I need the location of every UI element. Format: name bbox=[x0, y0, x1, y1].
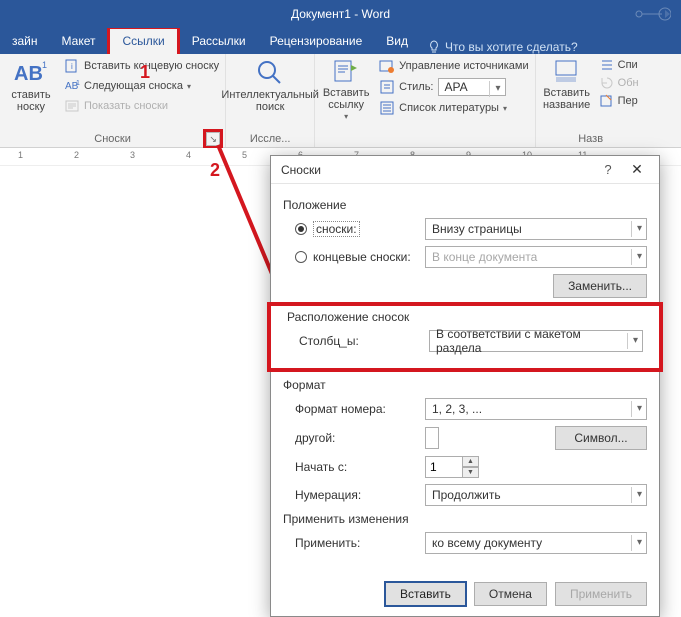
smart-lookup-label: Интеллектуальный поиск bbox=[221, 89, 318, 113]
insert-caption-button[interactable]: Вставить название bbox=[540, 56, 594, 131]
bibliography-label: Список литературы bbox=[399, 102, 499, 114]
show-notes-icon bbox=[64, 98, 80, 114]
columns-label: Столбц_ы: bbox=[299, 334, 429, 348]
next-footnote-label: Следующая сноска bbox=[84, 80, 183, 92]
footnote-ab-icon: AB1 bbox=[14, 58, 48, 88]
show-notes-label: Показать сноски bbox=[84, 100, 168, 112]
number-format-combo[interactable]: 1, 2, 3, ... bbox=[425, 398, 647, 420]
tab-mailings[interactable]: Рассылки bbox=[180, 29, 258, 54]
dialog-help-button[interactable]: ? bbox=[595, 162, 621, 177]
custom-mark-input[interactable] bbox=[425, 427, 439, 449]
tell-me-label: Что вы хотите сделать? bbox=[445, 40, 578, 54]
dialog-title: Сноски bbox=[281, 163, 321, 177]
style-label: Стиль: bbox=[399, 81, 433, 93]
endnotes-radio[interactable]: концевые сноски: bbox=[295, 250, 425, 264]
magnifier-icon bbox=[255, 58, 285, 88]
manage-sources-button[interactable]: Управление источниками bbox=[377, 56, 530, 76]
spin-down-icon[interactable]: ▼ bbox=[463, 467, 479, 478]
lightbulb-icon bbox=[428, 40, 440, 54]
symbol-button[interactable]: Символ... bbox=[555, 426, 647, 450]
apply-changes-section-header: Применить изменения bbox=[283, 512, 647, 526]
apply-to-combo[interactable]: ко всему документу bbox=[425, 532, 647, 554]
svg-text:AB: AB bbox=[14, 63, 43, 85]
bibliography-button[interactable]: Список литературы▾ bbox=[377, 98, 530, 118]
svg-text:1: 1 bbox=[76, 80, 80, 87]
next-footnote-icon: AB1 bbox=[64, 78, 80, 94]
table-of-figures-button[interactable]: Спи bbox=[598, 56, 641, 74]
endnote-icon: i bbox=[64, 58, 80, 74]
cross-reference-button[interactable]: Пер bbox=[598, 92, 641, 110]
start-at-label: Начать с: bbox=[295, 460, 425, 474]
tab-view[interactable]: Вид bbox=[374, 29, 420, 54]
annotation-2: 2 bbox=[210, 160, 220, 181]
custom-mark-label: другой: bbox=[295, 431, 425, 445]
captions-group-label: Назв bbox=[540, 131, 642, 147]
tab-review[interactable]: Рецензирование bbox=[258, 29, 375, 54]
manage-sources-label: Управление источниками bbox=[399, 60, 528, 72]
style-value: APA bbox=[445, 80, 468, 94]
tab-design[interactable]: зайн bbox=[0, 29, 50, 54]
manage-sources-icon bbox=[379, 58, 395, 74]
radio-checked-icon bbox=[295, 223, 307, 235]
ribbon-tabs: зайн Макет Ссылки Рассылки Рецензировани… bbox=[0, 28, 681, 54]
list-icon bbox=[600, 58, 614, 72]
smart-lookup-button[interactable]: Интеллектуальный поиск bbox=[230, 56, 310, 131]
svg-text:i: i bbox=[71, 62, 73, 71]
radio-unchecked-icon bbox=[295, 251, 307, 263]
ruler-tick: 2 bbox=[74, 150, 79, 160]
insert-citation-button[interactable]: Вставить ссылку▾ bbox=[319, 56, 373, 131]
citation-icon bbox=[332, 58, 360, 86]
research-group-label: Иссле... bbox=[230, 131, 310, 147]
citation-style-dropdown[interactable]: Стиль: APA bbox=[377, 76, 530, 98]
bibliography-icon bbox=[379, 100, 395, 116]
insert-citation-label: Вставить ссылку bbox=[320, 87, 372, 111]
refresh-icon bbox=[600, 76, 614, 90]
start-at-input[interactable] bbox=[425, 456, 463, 478]
spin-up-icon[interactable]: ▲ bbox=[463, 456, 479, 467]
number-format-label: Формат номера: bbox=[295, 402, 425, 416]
footnotes-dialog-launcher[interactable]: ↘ bbox=[206, 132, 220, 146]
annotation-1: 1 bbox=[140, 62, 150, 83]
dialog-titlebar[interactable]: Сноски ? ✕ bbox=[271, 156, 659, 184]
update-table-button[interactable]: Обн bbox=[598, 74, 641, 92]
dropdown-caret-icon: ▾ bbox=[187, 82, 191, 91]
footnotes-group-label: Сноски ↘ bbox=[4, 131, 221, 147]
title-bar: Документ1 - Word bbox=[0, 0, 681, 28]
caption-icon bbox=[553, 58, 581, 86]
crossref-icon bbox=[600, 94, 614, 108]
footnotes-dialog: Сноски ? ✕ Положение сноски: Внизу стран… bbox=[270, 155, 660, 617]
footnotes-position-combo[interactable]: Внизу страницы bbox=[425, 218, 647, 240]
start-at-spinner[interactable]: ▲▼ bbox=[425, 456, 479, 478]
numbering-combo[interactable]: Продолжить bbox=[425, 484, 647, 506]
tab-layout[interactable]: Макет bbox=[50, 29, 108, 54]
dialog-close-button[interactable]: ✕ bbox=[621, 161, 653, 178]
ruler-tick: 3 bbox=[130, 150, 135, 160]
layout-section-header: Расположение сносок bbox=[287, 310, 643, 324]
tab-references[interactable]: Ссылки bbox=[107, 26, 179, 54]
format-section-header: Формат bbox=[283, 378, 647, 392]
ribbon: AB1 ставить носку i Вставить концевую сн… bbox=[0, 54, 681, 148]
convert-button[interactable]: Заменить... bbox=[553, 274, 647, 298]
columns-combo[interactable]: В соответствии с макетом раздела bbox=[429, 330, 643, 352]
apply-to-label: Применить: bbox=[295, 536, 425, 550]
document-title: Документ1 - Word bbox=[291, 7, 390, 21]
ruler-tick: 4 bbox=[186, 150, 191, 160]
show-notes-button[interactable]: Показать сноски bbox=[62, 96, 221, 116]
footnotes-radio[interactable]: сноски: bbox=[295, 221, 425, 237]
insert-footnote-label: ставить носку bbox=[5, 89, 57, 113]
insert-endnote-label: Вставить концевую сноску bbox=[84, 60, 219, 72]
ruler-tick: 5 bbox=[242, 150, 247, 160]
watermark-icon bbox=[631, 4, 671, 24]
numbering-label: Нумерация: bbox=[295, 488, 425, 502]
svg-text:1: 1 bbox=[42, 60, 47, 70]
insert-caption-label: Вставить название bbox=[541, 87, 593, 111]
ruler-tick: 1 bbox=[18, 150, 23, 160]
insert-footnote-button[interactable]: AB1 ставить носку bbox=[4, 56, 58, 131]
style-icon bbox=[379, 79, 395, 95]
endnotes-position-combo: В конце документа bbox=[425, 246, 647, 268]
position-section-header: Положение bbox=[283, 198, 647, 212]
tell-me-search[interactable]: Что вы хотите сделать? bbox=[420, 40, 586, 54]
